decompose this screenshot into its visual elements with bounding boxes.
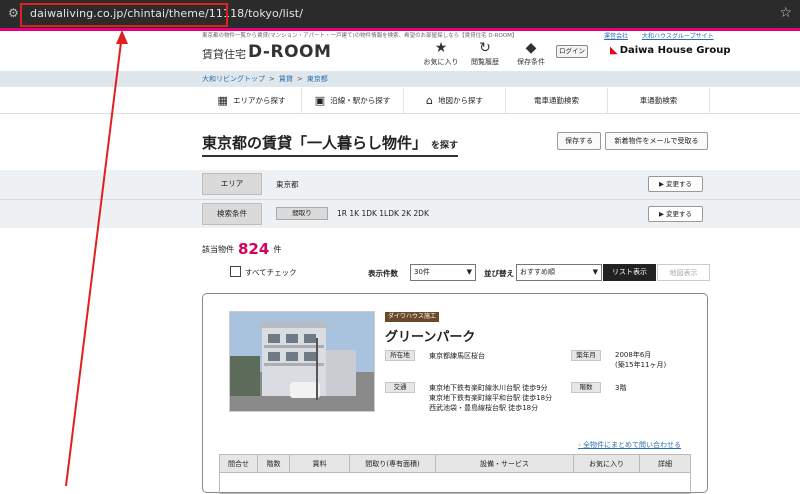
tab-map-search[interactable]: ⌂ 地図から探す <box>404 88 506 114</box>
sort-label: 並び替え <box>484 269 514 278</box>
search-condition-row: 検索条件 間取り 1R 1K 1DK 1LDK 2K 2DK ▶ 変更する <box>0 199 800 228</box>
col-facilities: 設備・サービス <box>436 455 574 473</box>
location-value: 東京都練馬区桜台 <box>429 352 485 360</box>
col-inquiry: 間合せ <box>220 455 258 473</box>
dropdown-arrow-icon: ▼ <box>592 268 598 276</box>
area-condition-row: エリア 東京都 ▶ 変更する <box>0 170 800 199</box>
map-pin-icon: ⌂ <box>426 94 433 107</box>
per-page-select[interactable]: 30件 ▼ <box>410 264 476 281</box>
map-area-icon: ▦ <box>217 94 228 107</box>
page-title: 東京都の賃貸「一人暮らし物件」 を探す <box>202 134 459 152</box>
search-conditions: エリア 東京都 ▶ 変更する 検索条件 間取り 1R 1K 1DK 1LDK 2… <box>0 170 800 228</box>
breadcrumb-top[interactable]: 大和リビングトップ <box>202 75 265 83</box>
result-count: 該当物件 824 件 <box>202 240 282 258</box>
building-illustration <box>230 312 374 411</box>
breadcrumb-tokyo[interactable]: 東京都 <box>307 75 328 83</box>
favorites-label: お気に入り <box>423 58 459 66</box>
col-layout: 間取り(専有面積) <box>350 455 436 473</box>
list-view-button[interactable]: リスト表示 <box>603 264 656 281</box>
tab-area-search[interactable]: ▦ エリアから探す <box>202 88 302 114</box>
room-table: 間合せ 階数 賃料 間取り(専有面積) 設備・サービス お気に入り 詳細 <box>219 454 691 494</box>
built-value: 2008年6月 (築15年11ヶ月) <box>615 351 667 369</box>
floors-value: 3階 <box>615 384 627 392</box>
transport-value: 東京地下鉄有楽町線氷川台駅 徒歩9分 東京地下鉄有楽町線平和台駅 徒歩18分 西… <box>429 384 553 412</box>
property-card: ダイワハウス施工 グリーンパーク 所在地 東京都練馬区桜台 築年月 2008年6… <box>202 293 708 494</box>
email-alert-button[interactable]: 新着物件をメールで受取る <box>605 132 708 150</box>
saved-conditions-button[interactable]: ◆ 保存条件 <box>506 40 556 67</box>
tab-train-commute[interactable]: 電車通勤検索 <box>506 88 608 114</box>
site-header: 東京都の物件一覧から賃貸(マンション・アパート・一戸建て)の物件情報を検索、希望… <box>0 31 800 71</box>
company-link[interactable]: 運営会社 <box>604 33 628 40</box>
change-area-button[interactable]: ▶ 変更する <box>648 176 703 192</box>
layout-value: 1R 1K 1DK 1LDK 2K 2DK <box>337 209 429 218</box>
breadcrumb: 大和リビングトップ > 賃貸 > 東京都 <box>202 75 328 83</box>
location-label: 所在地 <box>385 350 415 361</box>
room-table-header: 間合せ 階数 賃料 間取り(専有面積) 設備・サービス お気に入り 詳細 <box>220 455 690 473</box>
group-site-link[interactable]: 大和ハウスグループサイト <box>642 33 714 40</box>
url-highlight-box <box>20 3 228 27</box>
login-button[interactable]: ログイン <box>556 45 588 58</box>
droom-logo[interactable]: D-ROOM <box>248 42 331 62</box>
per-page-label: 表示件数 <box>368 269 398 278</box>
favorites-button[interactable]: ★ お気に入り <box>416 40 466 67</box>
layout-tag: 間取り <box>276 207 328 220</box>
check-all[interactable]: すべてチェック <box>230 266 297 278</box>
site-description: 東京都の物件一覧から賃貸(マンション・アパート・一戸建て)の物件情報を検索、希望… <box>202 33 518 39</box>
builder-badge: ダイワハウス施工 <box>385 312 439 322</box>
sort-select[interactable]: おすすめ順 ▼ <box>516 264 602 281</box>
col-detail: 詳細 <box>658 460 672 468</box>
col-rent: 賃料 <box>290 455 350 473</box>
history-icon: ↻ <box>479 40 491 56</box>
search-nav: ▦ エリアから探す ▣ 沿線・駅から探す ⌂ 地図から探す 電車通勤検索 車通勤検索 <box>0 88 800 114</box>
search-tag: 検索条件 <box>202 203 262 225</box>
daiwa-group-logo[interactable]: ◣ Daiwa House Group <box>610 45 731 56</box>
breadcrumb-bar: 大和リビングトップ > 賃貸 > 東京都 <box>0 71 800 87</box>
saved-label: 保存条件 <box>517 58 545 66</box>
area-tag: エリア <box>202 173 262 195</box>
title-underline <box>202 155 458 157</box>
dropdown-arrow-icon: ▼ <box>466 268 472 276</box>
daiwa-mark-icon: ◣ <box>610 45 618 56</box>
col-favorite: お気に入り <box>574 455 640 473</box>
tab-line-search[interactable]: ▣ 沿線・駅から探す <box>302 88 404 114</box>
map-view-button[interactable]: 地図表示 <box>657 264 710 281</box>
transport-label: 交通 <box>385 382 415 393</box>
top-links: 運営会社 大和ハウスグループサイト <box>604 31 726 40</box>
property-photo[interactable] <box>229 311 375 412</box>
logo-subtitle: 賃貸住宅 <box>202 48 246 61</box>
property-name[interactable]: グリーンパーク <box>385 326 475 345</box>
built-label: 築年月 <box>571 350 601 361</box>
area-value: 東京都 <box>276 180 299 189</box>
save-button[interactable]: 保存する <box>557 132 601 150</box>
tag-icon: ◆ <box>525 40 537 56</box>
floors-label: 階数 <box>571 382 601 393</box>
check-all-checkbox[interactable] <box>230 266 241 277</box>
col-floor: 階数 <box>258 455 290 473</box>
tab-car-commute[interactable]: 車通勤検索 <box>608 88 710 114</box>
bookmark-star-icon[interactable]: ☆ <box>779 5 792 21</box>
train-icon: ▣ <box>314 94 326 107</box>
breadcrumb-rental[interactable]: 賃貸 <box>279 75 293 83</box>
history-label: 閲覧履歴 <box>471 58 499 66</box>
bulk-inquiry-link[interactable]: › 全物件にまとめて問い合わせる <box>578 440 681 450</box>
site-settings-icon[interactable]: ⚙ <box>8 6 19 20</box>
history-button[interactable]: ↻ 閲覧履歴 <box>460 40 510 67</box>
change-conditions-button[interactable]: ▶ 変更する <box>648 206 703 222</box>
house-star-icon: ★ <box>434 40 448 56</box>
